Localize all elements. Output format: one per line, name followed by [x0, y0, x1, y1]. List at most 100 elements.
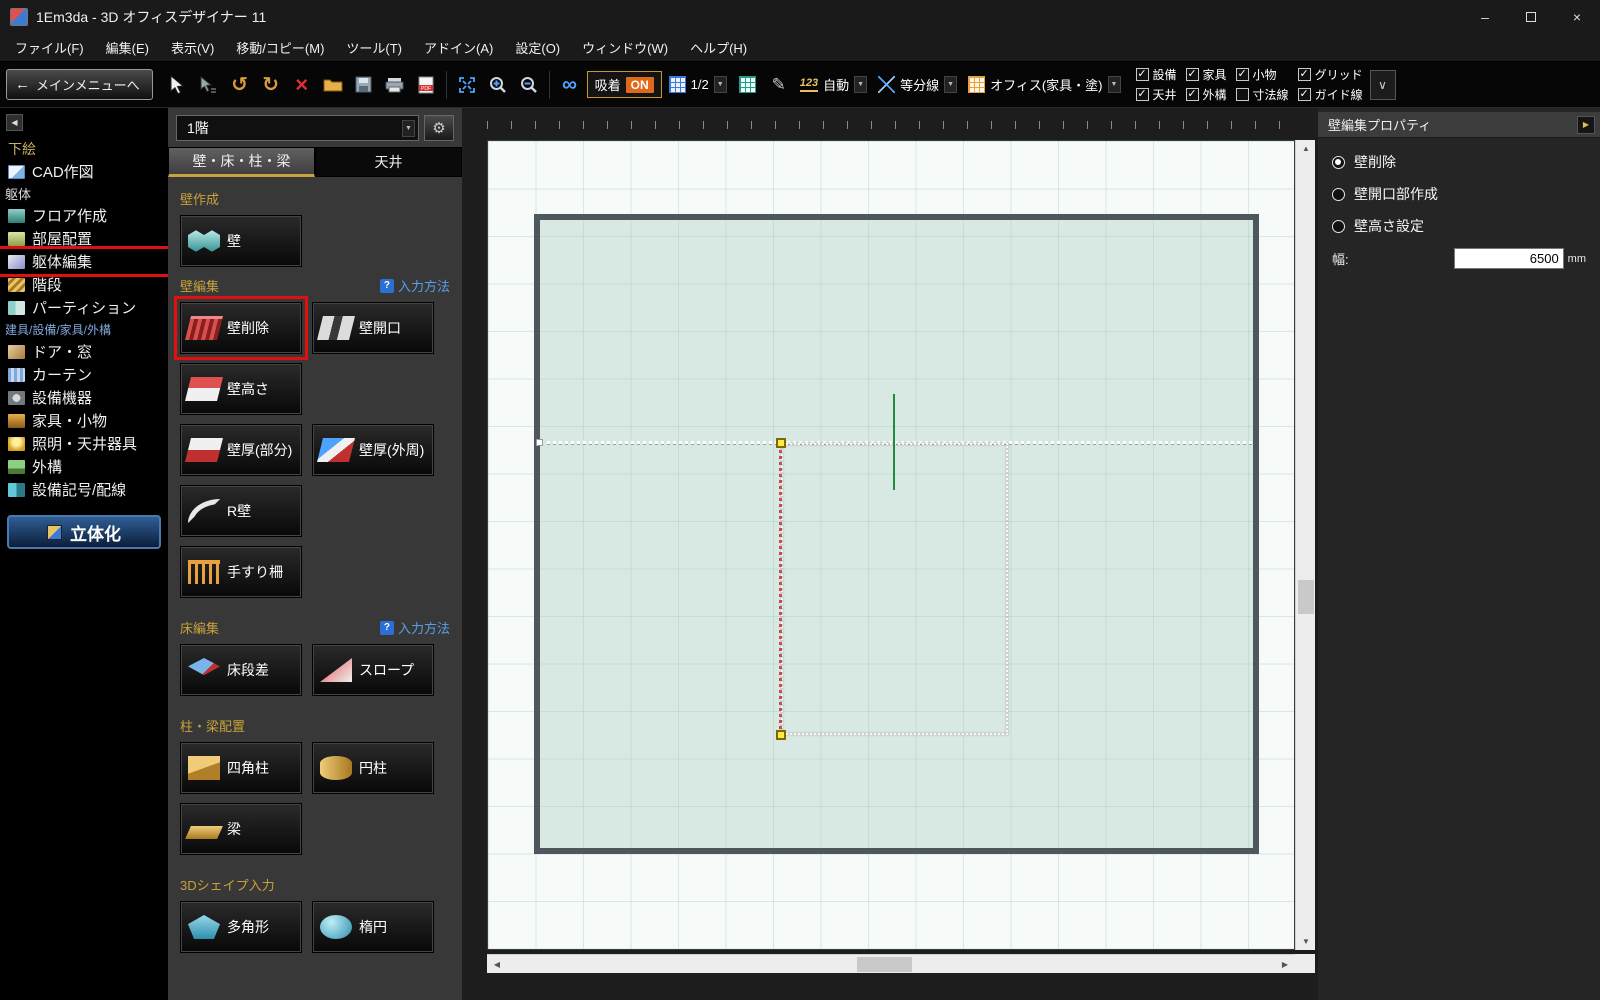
horizontal-scroll-thumb[interactable]	[857, 957, 912, 972]
measure-tool[interactable]: ✎	[765, 68, 793, 102]
toggle-kagu[interactable]: ✓ 家具	[1185, 66, 1227, 83]
menu-settings[interactable]: 設定(O)	[504, 38, 571, 57]
dropdown-arrow-icon[interactable]: ▼	[944, 76, 958, 93]
sidebar-item-symbols[interactable]: 設備記号/配線	[0, 478, 168, 501]
sidebar-item-sketch[interactable]: 下絵	[0, 137, 168, 160]
minimize-button[interactable]: –	[1462, 0, 1508, 34]
tool-wall-delete[interactable]: 壁削除	[174, 296, 308, 360]
undo-button[interactable]: ↺	[226, 68, 254, 102]
main-menu-button[interactable]: ← メインメニューへ	[6, 69, 153, 100]
solidify-button[interactable]: 立体化	[7, 515, 161, 549]
sidebar-item-room-layout[interactable]: 部屋配置	[0, 227, 168, 250]
close-button[interactable]: ×	[1554, 0, 1600, 34]
floor-select[interactable]: 1階 ▼	[176, 115, 419, 141]
sidebar-item-equipment[interactable]: 設備機器	[0, 386, 168, 409]
print-button[interactable]	[381, 68, 409, 102]
zoom-in-button[interactable]	[484, 68, 512, 102]
sidebar-item-door-window[interactable]: ドア・窓	[0, 340, 168, 363]
floor-settings-button[interactable]: ⚙	[424, 115, 454, 141]
tool-ellipse[interactable]: 楕円	[312, 901, 434, 953]
option-wall-height-set[interactable]: 壁高さ設定	[1332, 216, 1586, 236]
tool-slope[interactable]: スロープ	[312, 644, 434, 696]
toggle-tenjo[interactable]: ✓ 天井	[1135, 86, 1177, 103]
dropdown-arrow-icon[interactable]: ▼	[713, 76, 727, 93]
menu-window[interactable]: ウィンドウ(W)	[571, 38, 679, 57]
toolbar-expand-button[interactable]: ∨	[1369, 69, 1396, 100]
dropdown-arrow-icon[interactable]: ▼	[854, 76, 868, 93]
menu-file[interactable]: ファイル(F)	[4, 38, 95, 57]
width-input[interactable]	[1453, 248, 1564, 269]
tool-wall-thickness-part[interactable]: 壁厚(部分)	[180, 424, 302, 476]
multi-select-tool[interactable]	[195, 68, 223, 102]
sidebar-item-stairs[interactable]: 階段	[0, 273, 168, 296]
toggle-setsubi[interactable]: ✓ 設備	[1135, 66, 1177, 83]
zoom-fit-button[interactable]	[453, 68, 481, 102]
panel-collapse-button[interactable]: ▶	[1577, 115, 1595, 134]
scroll-left-icon[interactable]: ◀	[487, 956, 507, 973]
toggle-gaiko[interactable]: ✓ 外構	[1185, 86, 1227, 103]
menu-view[interactable]: 表示(V)	[160, 38, 225, 57]
sidebar-item-floor-create[interactable]: フロア作成	[0, 204, 168, 227]
tool-wall[interactable]: 壁	[180, 215, 302, 267]
sidebar-item-partition[interactable]: パーティション	[0, 296, 168, 319]
menu-move-copy[interactable]: 移動/コピー(M)	[225, 38, 335, 57]
delete-button[interactable]: ×	[288, 68, 316, 102]
sidebar-collapse-button[interactable]: ◀	[6, 114, 23, 131]
menu-edit[interactable]: 編集(E)	[95, 38, 160, 57]
tool-wall-opening[interactable]: 壁開口	[312, 302, 434, 354]
tab-wall-floor-column-beam[interactable]: 壁・床・柱・梁	[168, 147, 315, 177]
scroll-up-icon[interactable]: ▲	[1296, 140, 1316, 157]
render-mode-dropdown[interactable]: オフィス(家具・塗) ▼	[964, 72, 1124, 97]
tool-square-column[interactable]: 四角柱	[180, 742, 302, 794]
sidebar-item-furniture[interactable]: 家具・小物	[0, 409, 168, 432]
drawing-canvas[interactable]	[487, 140, 1295, 950]
input-method-link[interactable]: ? 入力方法	[379, 276, 450, 295]
dropdown-arrow-icon[interactable]: ▼	[1107, 76, 1121, 93]
input-method-link[interactable]: ? 入力方法	[379, 618, 450, 637]
wall-handle-bottom[interactable]	[776, 730, 786, 740]
dropdown-arrow-icon[interactable]: ▼	[402, 119, 415, 137]
tool-handrail[interactable]: 手すり柵	[180, 546, 302, 598]
snap-toggle[interactable]: 吸着 ON	[586, 71, 662, 98]
tool-beam[interactable]: 梁	[180, 803, 302, 855]
maximize-button[interactable]	[1508, 0, 1554, 34]
tool-wall-height[interactable]: 壁高さ	[180, 363, 302, 415]
grid-scale-dropdown[interactable]: 1/2 ▼	[665, 73, 731, 96]
tool-wall-thickness-outer[interactable]: 壁厚(外周)	[312, 424, 434, 476]
option-wall-delete[interactable]: 壁削除	[1332, 152, 1586, 172]
sidebar-item-curtain[interactable]: カーテン	[0, 363, 168, 386]
zoom-out-button[interactable]	[515, 68, 543, 102]
horizontal-scrollbar[interactable]: ◀ ▶	[487, 954, 1295, 973]
tool-polygon[interactable]: 多角形	[180, 901, 302, 953]
option-wall-opening-create[interactable]: 壁開口部作成	[1332, 184, 1586, 204]
sidebar-item-lighting[interactable]: 照明・天井器具	[0, 432, 168, 455]
grid-settings-button[interactable]	[734, 68, 762, 102]
pdf-export-button[interactable]: PDF	[412, 68, 440, 102]
tool-floor-step[interactable]: 床段差	[180, 644, 302, 696]
divide-line-dropdown[interactable]: 等分線 ▼	[874, 72, 961, 97]
sidebar-item-body-edit[interactable]: 躯体編集	[0, 246, 172, 277]
selected-wall-line[interactable]	[779, 443, 782, 735]
continuous-input-toggle[interactable]: ∞	[556, 68, 584, 102]
vertical-scroll-thumb[interactable]	[1298, 580, 1314, 614]
wall-handle-top[interactable]	[776, 438, 786, 448]
open-button[interactable]	[319, 68, 347, 102]
scroll-down-icon[interactable]: ▼	[1296, 933, 1316, 950]
toggle-komono[interactable]: ✓ 小物	[1235, 66, 1289, 83]
save-button[interactable]	[350, 68, 378, 102]
tab-ceiling[interactable]: 天井	[315, 147, 462, 177]
sidebar-item-cad[interactable]: CAD作図	[0, 160, 168, 183]
select-tool[interactable]	[164, 68, 192, 102]
toggle-guideline[interactable]: ✓ ガイド線	[1297, 86, 1363, 103]
menu-tools[interactable]: ツール(T)	[335, 38, 413, 57]
auto-dimension-dropdown[interactable]: 123 自動 ▼	[796, 72, 871, 97]
toggle-grid[interactable]: ✓ グリッド	[1297, 66, 1363, 83]
menu-help[interactable]: ヘルプ(H)	[679, 38, 758, 57]
scroll-right-icon[interactable]: ▶	[1275, 956, 1295, 973]
tool-cylinder[interactable]: 円柱	[312, 742, 434, 794]
toggle-sunposen[interactable]: 寸法線	[1235, 86, 1289, 103]
sidebar-item-exterior[interactable]: 外構	[0, 455, 168, 478]
menu-addin[interactable]: アドイン(A)	[413, 38, 504, 57]
redo-button[interactable]: ↻	[257, 68, 285, 102]
vertical-scrollbar[interactable]: ▲ ▼	[1295, 140, 1315, 950]
